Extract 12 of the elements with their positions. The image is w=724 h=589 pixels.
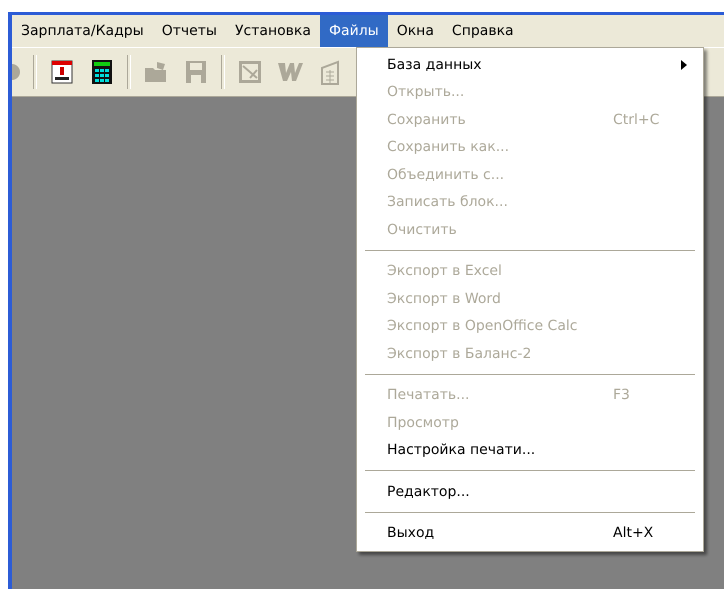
menu-item[interactable]: Выход Alt+X xyxy=(359,520,701,547)
menu-bar-item[interactable]: Файлы xyxy=(320,15,388,47)
shortcut-label: Alt+X xyxy=(613,525,654,542)
shortcut-label: Ctrl+C xyxy=(613,112,660,128)
menu-item[interactable]: Редактор... xyxy=(359,478,701,506)
menu-item[interactable]: Настройка печати... xyxy=(359,436,701,464)
shortcut-label: F3 xyxy=(613,387,630,404)
menu-bar-item[interactable]: Отчеты xyxy=(152,15,226,47)
menu-bar-item[interactable]: Установка xyxy=(226,15,320,47)
menu-bar-item[interactable]: Справка xyxy=(442,15,523,47)
menu-bar-item[interactable]: Зарплата/Кадры xyxy=(12,15,153,47)
menu-bar-item[interactable]: Окна xyxy=(388,15,443,47)
